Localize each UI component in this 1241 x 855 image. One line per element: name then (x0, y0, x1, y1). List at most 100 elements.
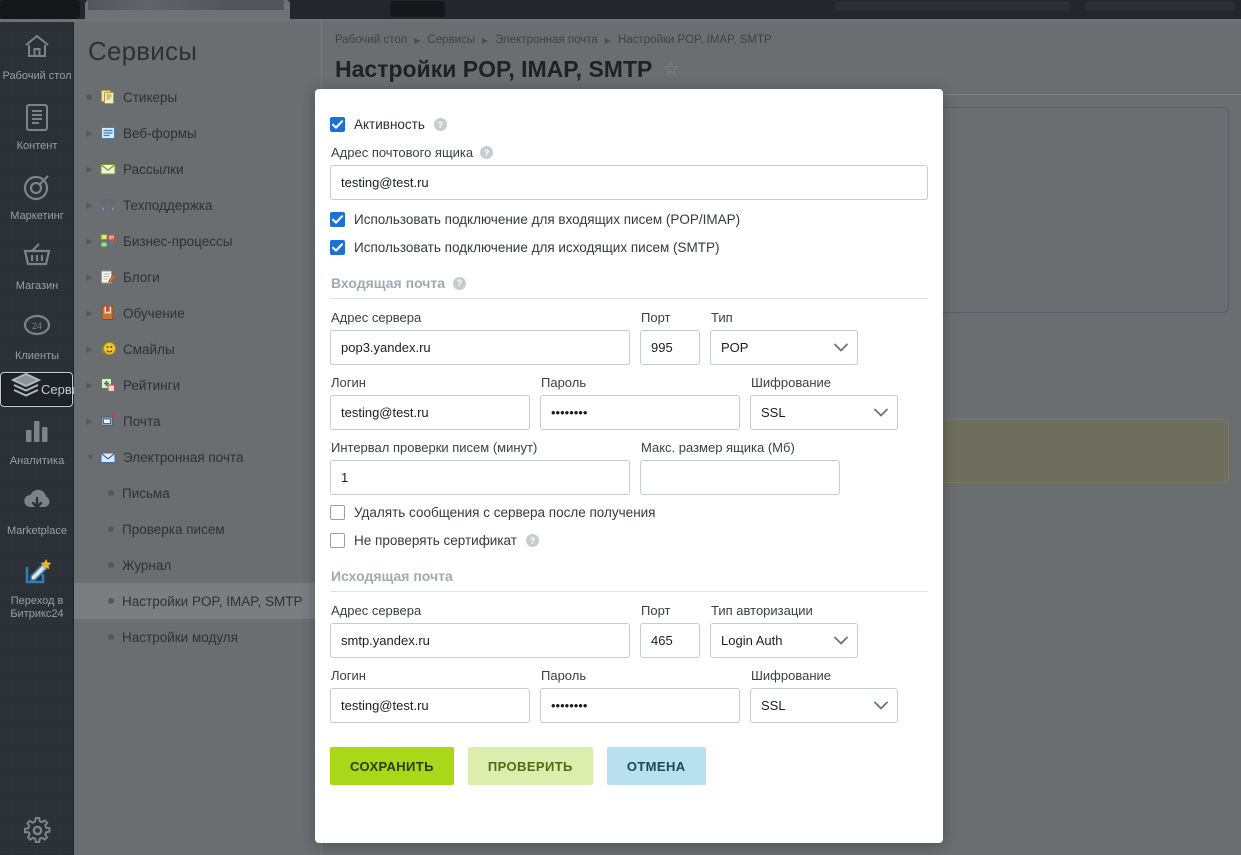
tree-item-label: Рейтинги (123, 378, 180, 393)
check-button[interactable]: ПРОВЕРИТЬ (468, 747, 593, 785)
incoming-encryption-label: Шифрование (751, 375, 898, 390)
outgoing-port-input[interactable] (640, 623, 700, 658)
rail-item-services[interactable]: Сервисы (0, 372, 73, 407)
cancel-button[interactable]: ОТМЕНА (607, 747, 706, 785)
chevron-right-icon[interactable]: ▶ (86, 237, 100, 246)
rail-item-marketplace[interactable]: Marketplace (0, 477, 74, 547)
tree-item-10[interactable]: ▼ Электронная почта (74, 439, 321, 475)
mailbox-input[interactable] (330, 165, 928, 200)
active-checkbox[interactable] (330, 117, 345, 132)
star-outline-icon[interactable]: ☆ (662, 60, 679, 79)
tree-item-1[interactable]: ▶ Веб-формы (74, 115, 321, 151)
tree-item-12[interactable]: Проверка писем (74, 511, 321, 547)
delete-messages-checkbox[interactable] (330, 505, 345, 520)
rail-item-clients[interactable]: 24 Клиенты (0, 302, 74, 372)
help-icon[interactable]: ? (453, 277, 466, 290)
incoming-server-input[interactable] (330, 330, 630, 365)
incoming-login-field: Логин (330, 375, 530, 430)
rail-label: Переход в Битрикс24 (2, 595, 72, 621)
maxsize-input[interactable] (640, 460, 840, 495)
chevron-right-icon[interactable]: ▶ (86, 201, 100, 210)
rail-label: Marketplace (2, 525, 72, 538)
mailbox-label-row: Адрес почтового ящика ? (331, 145, 928, 160)
tree-item-label: Веб-формы (123, 126, 197, 141)
outgoing-login-field: Логин (330, 668, 530, 723)
rail-item-switch-bitrix24[interactable]: Переход в Битрикс24 (0, 547, 74, 630)
breadcrumb-separator: ▶ (605, 36, 611, 45)
tree-item-13[interactable]: Журнал (74, 547, 321, 583)
interval-input[interactable] (330, 460, 630, 495)
rail-item-analytics[interactable]: Аналитика (0, 407, 74, 477)
email-icon (100, 449, 116, 465)
outgoing-password-input[interactable] (540, 688, 740, 723)
active-label: Активность (354, 117, 425, 132)
tree-item-0[interactable]: Стикеры (74, 79, 321, 115)
outgoing-auth-select[interactable]: Login Auth (710, 623, 858, 658)
outgoing-encryption-select[interactable]: SSL (750, 688, 898, 723)
topbar-block-right-b (1085, 1, 1235, 11)
tree-item-8[interactable]: ▶ Рейтинги (74, 367, 321, 403)
incoming-password-label: Пароль (541, 375, 740, 390)
rail-item-content[interactable]: Контент (0, 92, 74, 162)
chevron-right-icon[interactable]: ▶ (86, 381, 100, 390)
tree-item-2[interactable]: ▶Рассылки (74, 151, 321, 187)
incoming-type-select[interactable]: POP (710, 330, 858, 365)
use-incoming-checkbox[interactable] (330, 212, 345, 227)
breadcrumb-item-1[interactable]: Сервисы (427, 34, 475, 46)
chevron-right-icon[interactable]: ▶ (86, 309, 100, 318)
outgoing-port-field: Порт (640, 603, 700, 658)
chevron-right-icon[interactable]: ▶ (86, 129, 100, 138)
rail-settings-button[interactable] (0, 817, 74, 849)
delete-messages-label: Удалять сообщения с сервера после получе… (354, 505, 656, 520)
topbar-block-left (0, 0, 80, 19)
outgoing-login-input[interactable] (330, 688, 530, 723)
rail-item-desktop[interactable]: Рабочий стол (0, 22, 74, 92)
rail-label: Клиенты (2, 350, 72, 363)
rail-label: Аналитика (2, 455, 72, 468)
chevron-right-icon[interactable]: ▶ (86, 165, 100, 174)
browser-tab-title-ghost (88, 0, 284, 10)
use-outgoing-checkbox[interactable] (330, 240, 345, 255)
help-icon[interactable]: ? (434, 118, 447, 131)
headset-icon (100, 197, 116, 213)
tree-item-11[interactable]: Письма (74, 475, 321, 511)
use-outgoing-label: Использовать подключение для исходящих п… (354, 240, 719, 255)
incoming-divider (330, 298, 928, 299)
incoming-login-input[interactable] (330, 395, 530, 430)
incoming-port-input[interactable] (640, 330, 700, 365)
chevron-right-icon[interactable]: ▶ (86, 273, 100, 282)
tree-item-14[interactable]: Настройки POP, IMAP, SMTP (74, 583, 321, 619)
help-icon[interactable]: ? (480, 146, 493, 159)
tree-item-5[interactable]: ▶Блоги (74, 259, 321, 295)
incoming-encryption-select[interactable]: SSL (750, 395, 898, 430)
mailbox-label: Адрес почтового ящика (331, 145, 473, 160)
no-cert-check-checkbox[interactable] (330, 533, 345, 548)
outgoing-port-label: Порт (641, 603, 700, 618)
chevron-right-icon[interactable]: ▶ (86, 417, 100, 426)
cloud-download-icon (2, 488, 72, 518)
tree-item-label: Настройки POP, IMAP, SMTP (122, 594, 302, 609)
tree-item-3[interactable]: ▶Техподдержка (74, 187, 321, 223)
tree-item-label: Смайлы (123, 342, 175, 357)
tree-item-label: Бизнес-процессы (123, 234, 232, 249)
save-button[interactable]: СОХРАНИТЬ (330, 747, 454, 785)
tree-item-4[interactable]: ▶ Бизнес-процессы (74, 223, 321, 259)
tree-item-6[interactable]: ▶Обучение (74, 295, 321, 331)
outgoing-server-input[interactable] (330, 623, 630, 658)
rail-label: Маркетинг (2, 210, 72, 223)
breadcrumb-item-0[interactable]: Рабочий стол (335, 34, 407, 46)
tree-item-15[interactable]: Настройки модуля (74, 619, 321, 655)
outgoing-divider (330, 591, 928, 592)
chevron-right-icon[interactable]: ▶ (86, 345, 100, 354)
breadcrumb-item-2[interactable]: Электронная почта (495, 34, 598, 46)
use-outgoing-row: Использовать подключение для исходящих п… (330, 240, 928, 255)
chevron-down-icon[interactable]: ▼ (86, 453, 100, 462)
rail-item-marketing[interactable]: Маркетинг (0, 162, 74, 232)
tree-item-label: Электронная почта (123, 450, 243, 465)
tree-item-9[interactable]: ▶Почта (74, 403, 321, 439)
help-icon[interactable]: ? (526, 534, 539, 547)
rail-item-shop[interactable]: Магазин (0, 232, 74, 302)
incoming-password-input[interactable] (540, 395, 740, 430)
tree-item-7[interactable]: ▶ Смайлы (74, 331, 321, 367)
breadcrumb-item-3[interactable]: Настройки POP, IMAP, SMTP (618, 34, 772, 46)
